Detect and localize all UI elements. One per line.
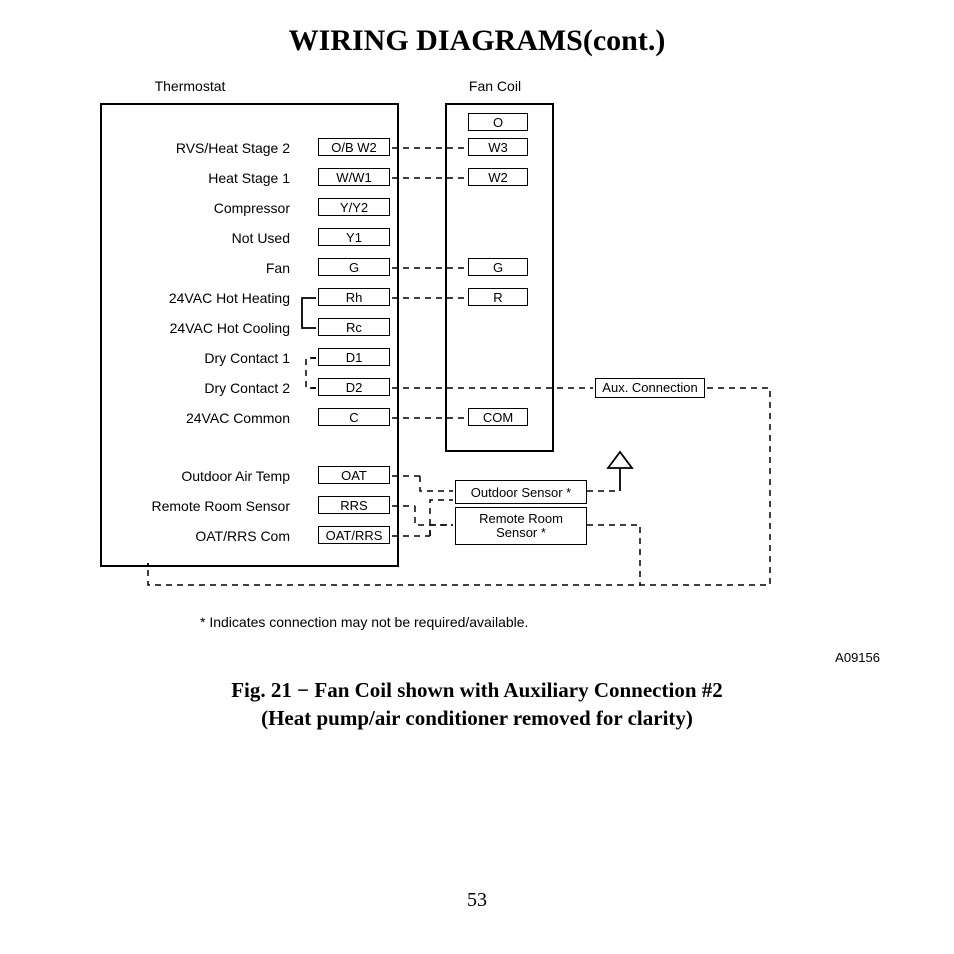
row-label: Fan xyxy=(110,260,290,276)
page: WIRING DIAGRAMS(cont.) Thermostat Fan Co… xyxy=(0,0,954,954)
thermostat-terminal: OAT xyxy=(318,466,390,484)
remote-sensor-box: Remote Room Sensor * xyxy=(455,507,587,545)
row-label: OAT/RRS Com xyxy=(110,528,290,544)
fancoil-header: Fan Coil xyxy=(435,78,555,94)
caption-line2: (Heat pump/air conditioner removed for c… xyxy=(261,706,693,730)
row-label: 24VAC Hot Cooling xyxy=(110,320,290,336)
thermostat-terminal: O/B W2 xyxy=(318,138,390,156)
row-label: Remote Room Sensor xyxy=(110,498,290,514)
thermostat-header: Thermostat xyxy=(100,78,280,94)
row-label: RVS/Heat Stage 2 xyxy=(110,140,290,156)
thermostat-terminal: G xyxy=(318,258,390,276)
row-label: 24VAC Common xyxy=(110,410,290,426)
row-label: Not Used xyxy=(110,230,290,246)
fancoil-terminal-com: COM xyxy=(468,408,528,426)
caption-line1: Fig. 21 − Fan Coil shown with Auxiliary … xyxy=(231,678,723,702)
row-label: Outdoor Air Temp xyxy=(110,468,290,484)
row-label: Compressor xyxy=(110,200,290,216)
thermostat-terminal: C xyxy=(318,408,390,426)
page-number: 53 xyxy=(0,889,954,912)
row-label: Dry Contact 1 xyxy=(110,350,290,366)
footnote: * Indicates connection may not be requir… xyxy=(200,614,528,630)
thermostat-terminal: Y1 xyxy=(318,228,390,246)
fancoil-terminal-w3: W3 xyxy=(468,138,528,156)
thermostat-terminal: W/W1 xyxy=(318,168,390,186)
thermostat-terminal: D1 xyxy=(318,348,390,366)
fancoil-terminal-o: O xyxy=(468,113,528,131)
thermostat-terminal: OAT/RRS xyxy=(318,526,390,544)
thermostat-terminal: Y/Y2 xyxy=(318,198,390,216)
figure-id: A09156 xyxy=(760,650,880,665)
figure-caption: Fig. 21 − Fan Coil shown with Auxiliary … xyxy=(0,676,954,733)
outdoor-sensor-box: Outdoor Sensor * xyxy=(455,480,587,504)
aux-connection-box: Aux. Connection xyxy=(595,378,705,398)
row-label: Heat Stage 1 xyxy=(110,170,290,186)
thermostat-terminal: RRS xyxy=(318,496,390,514)
thermostat-terminal: Rc xyxy=(318,318,390,336)
fancoil-terminal-g: G xyxy=(468,258,528,276)
fancoil-terminal-w2: W2 xyxy=(468,168,528,186)
thermostat-terminal: D2 xyxy=(318,378,390,396)
thermostat-terminal: Rh xyxy=(318,288,390,306)
row-label: 24VAC Hot Heating xyxy=(110,290,290,306)
page-title: WIRING DIAGRAMS(cont.) xyxy=(0,24,954,58)
row-label: Dry Contact 2 xyxy=(110,380,290,396)
fancoil-terminal-r: R xyxy=(468,288,528,306)
